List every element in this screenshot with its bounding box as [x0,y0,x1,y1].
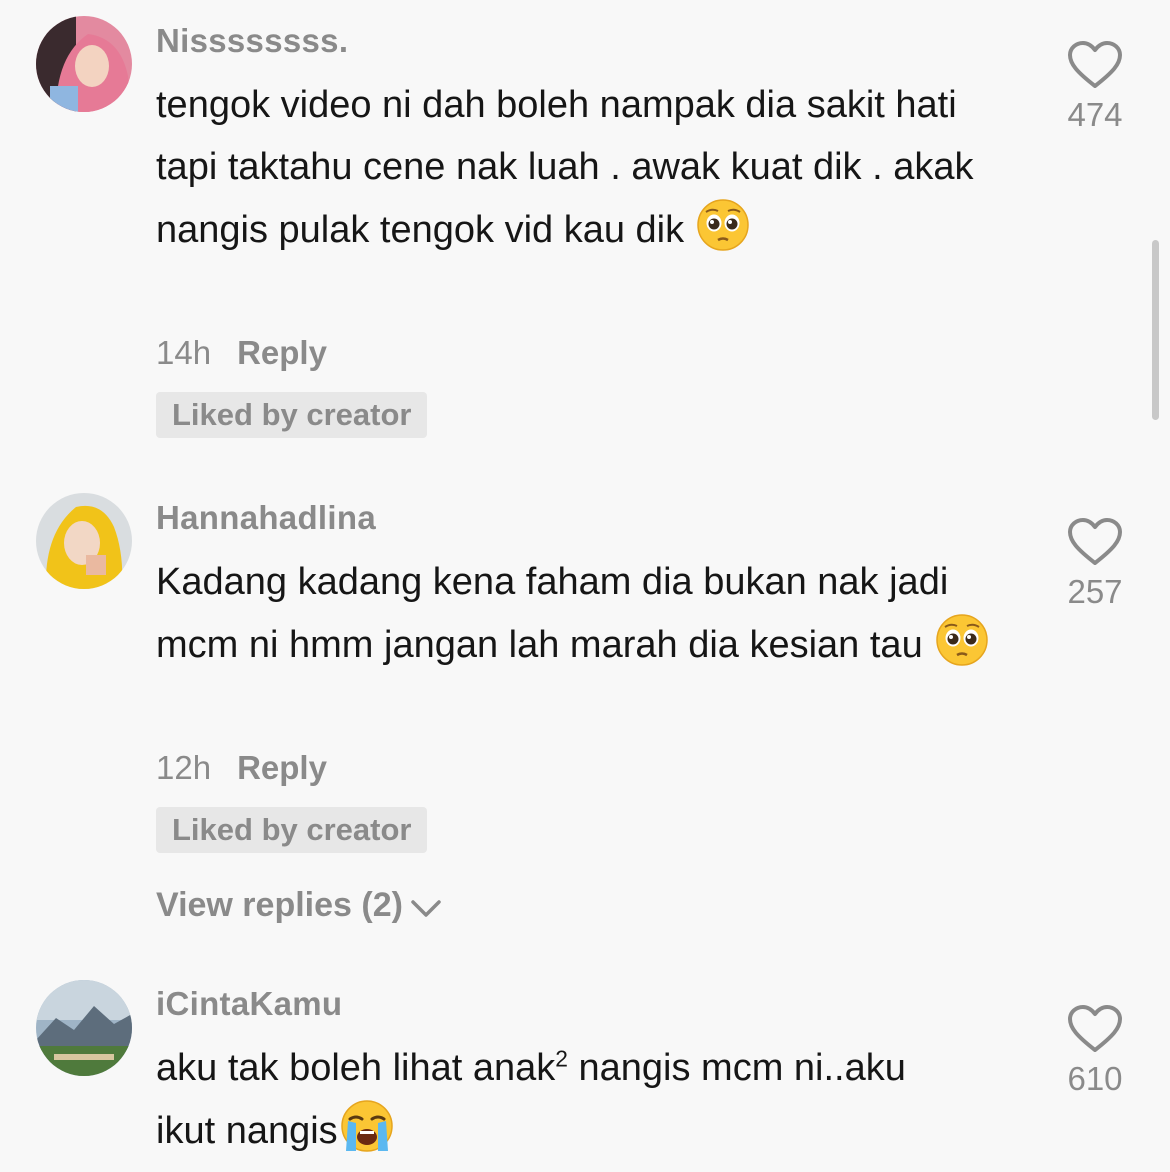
comment-meta: 12h Reply [156,749,327,787]
heart-icon[interactable] [1060,1004,1130,1054]
like-button[interactable]: 257 [1060,517,1130,611]
comment-text-body: Kadang kadang kena faham dia bukan nak j… [156,561,949,666]
pleading-face-icon [696,198,750,271]
comment-meta: 14h Reply [156,334,327,372]
comment-text-body: tengok video ni dah boleh nampak dia sak… [156,84,974,251]
reply-button[interactable]: Reply [237,334,327,371]
avatar[interactable] [36,16,132,112]
liked-by-creator-badge: Liked by creator [156,392,428,438]
comment-text: tengok video ni dah boleh nampak dia sak… [156,74,1026,271]
chevron-down-icon[interactable] [403,886,443,924]
avatar[interactable] [36,493,132,589]
comment-username[interactable]: iCintaKamu [156,985,342,1023]
heart-icon[interactable] [1060,40,1130,90]
heart-icon[interactable] [1060,517,1130,567]
reply-button[interactable]: Reply [237,749,327,786]
like-count: 474 [1067,96,1123,133]
comment-timestamp: 14h [156,334,212,371]
like-count: 257 [1067,573,1123,610]
pleading-face-icon [935,613,989,686]
comment-username[interactable]: Nissssssss. [156,22,348,60]
liked-by-creator-badge: Liked by creator [156,807,428,853]
comment-timestamp: 12h [156,749,212,786]
view-replies-button[interactable]: View replies (2) [156,886,443,925]
like-button[interactable]: 610 [1060,1004,1130,1098]
comment-text: aku tak boleh lihat anak2 nangis mcm ni.… [156,1037,916,1172]
view-replies-label[interactable]: View replies (2) [156,886,403,924]
like-count: 610 [1067,1060,1123,1097]
loudly-crying-face-icon [340,1099,394,1172]
scrollbar[interactable] [1152,240,1159,420]
avatar[interactable] [36,980,132,1076]
comment-text: Kadang kadang kena faham dia bukan nak j… [156,551,1026,686]
comment-username[interactable]: Hannahadlina [156,499,376,537]
comment-text-before: aku tak boleh lihat anak [156,1047,556,1089]
comment-text-superscript: 2 [555,1045,568,1072]
like-button[interactable]: 474 [1060,40,1130,134]
